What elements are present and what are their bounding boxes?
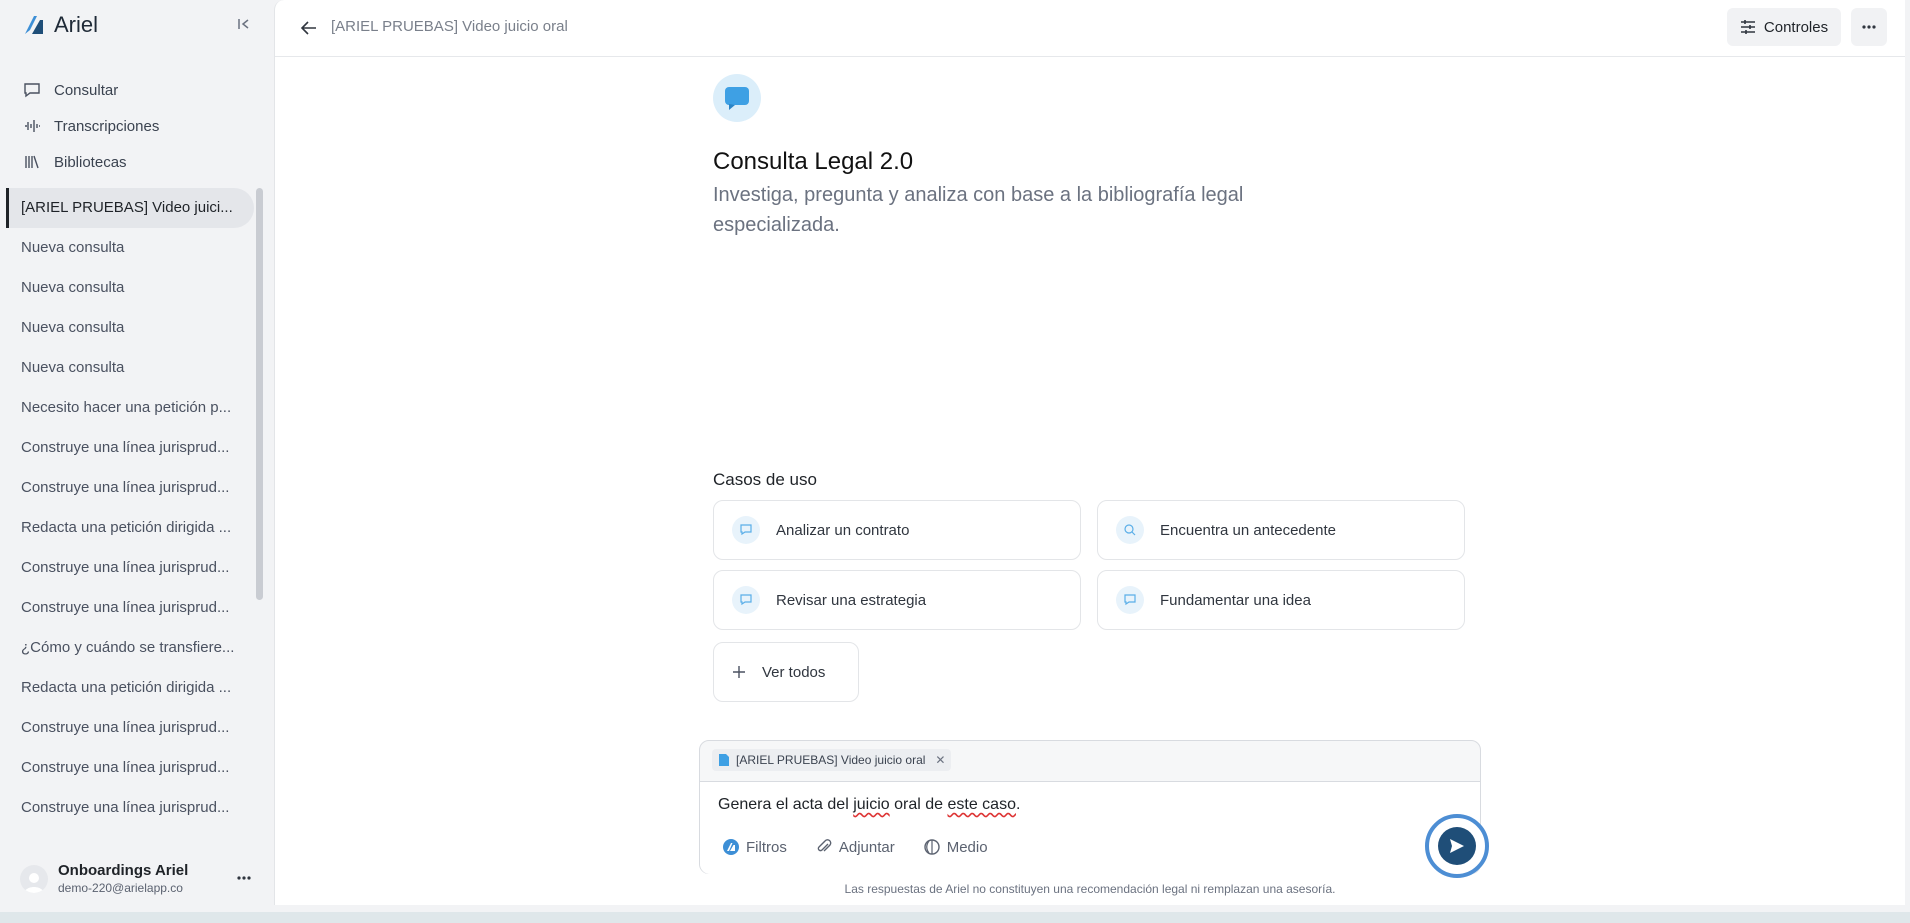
collapse-sidebar-button[interactable] [232,12,256,36]
see-all-button[interactable]: Ver todos [713,642,859,702]
history-item[interactable]: Nueva consulta [6,268,241,308]
filters-button[interactable]: Filtros [722,838,787,856]
page-title: Consulta Legal 2.0 [713,148,914,175]
use-case-fundamentar-idea[interactable]: Fundamentar una idea [1097,570,1465,630]
filter-logo-icon [723,839,739,855]
misspelled-word: juicio [853,796,890,813]
main-nav: Consultar Transcripciones Bibliotecas [22,72,262,180]
back-button[interactable] [297,16,321,40]
use-case-label: Encuentra un antecedente [1160,521,1336,539]
message-composer: [ARIEL PRUEBAS] Video juicio oral ✕ Gene… [699,740,1481,874]
main-panel: [ARIEL PRUEBAS] Video juicio oral Contro… [274,0,1905,905]
collapse-left-icon [238,19,249,29]
chat-bubble-icon [732,586,760,614]
brand[interactable]: Ariel [22,12,98,38]
sliders-icon [1740,20,1755,34]
send-focus-ring [1425,814,1489,878]
user-name: Onboardings Ariel [58,862,189,879]
chat-bubble-icon [1116,586,1144,614]
arrow-left-icon [300,21,316,35]
medium-button[interactable]: Medio [923,838,988,856]
history-item[interactable]: Construye una línea jurisprud... [6,588,241,628]
history-item[interactable]: Redacta una petición dirigida ... [6,668,241,708]
history-item[interactable]: Construye una línea jurisprud... [6,428,241,468]
message-input-text: Genera el acta del juicio oral de este c… [718,796,1020,814]
send-button[interactable] [1438,827,1476,865]
audio-wave-icon [25,120,40,132]
plus-icon [733,666,745,678]
user-profile[interactable]: Onboardings Ariel demo-220@arielapp.co [20,862,188,895]
use-case-revisar-estrategia[interactable]: Revisar una estrategia [713,570,1081,630]
brand-name: Ariel [54,12,99,37]
history-item[interactable]: Construye una línea jurisprud... [6,708,241,748]
user-menu-button[interactable] [232,868,256,888]
globe-icon [924,839,940,855]
remove-attachment-icon[interactable]: ✕ [935,753,945,767]
more-horizontal-icon [237,876,251,880]
history-item[interactable]: Nueva consulta [6,348,241,388]
medium-label: Medio [946,838,988,856]
history-item[interactable]: Nueva consulta [6,308,241,348]
message-input[interactable]: Genera el acta del juicio oral de este c… [700,781,1480,874]
text-segment: . [1015,796,1021,813]
history-item[interactable]: ¿Cómo y cuándo se transfiere... [6,628,241,668]
legal-disclaimer: Las respuestas de Ariel no constituyen u… [844,882,1336,896]
chat-bubble-icon [24,83,40,98]
nav-item-label: Bibliotecas [54,153,127,171]
history-item[interactable]: Necesito hacer una petición p... [6,388,241,428]
top-bar: [ARIEL PRUEBAS] Video juicio oral Contro… [275,0,1905,57]
nav-item-transcripciones[interactable]: Transcripciones [22,108,262,144]
history-item[interactable]: Construye una línea jurisprud... [6,748,241,788]
use-case-label: Revisar una estrategia [776,591,927,609]
history-item[interactable]: Nueva consulta [6,228,241,268]
attach-label: Adjuntar [838,838,895,856]
avatar [20,864,48,893]
search-icon [1116,516,1144,544]
nav-item-consultar[interactable]: Consultar [22,72,262,108]
history-item[interactable]: Construye una línea jurisprud... [6,548,241,588]
history-scrollbar[interactable] [256,188,263,600]
more-horizontal-icon [1862,25,1876,29]
text-segment: Genera el acta del [718,796,854,813]
history-list: [ARIEL PRUEBAS] Video juici... Nueva con… [6,188,256,848]
nav-item-label: Transcripciones [54,117,160,135]
send-icon [1450,839,1464,853]
paperclip-icon [817,839,832,852]
window-bottom-edge [0,912,1910,923]
controls-button[interactable]: Controles [1727,8,1841,46]
composer-tools: Filtros Adjuntar Medio [722,838,988,856]
see-all-label: Ver todos [762,663,826,681]
history-item[interactable]: Redacta una petición dirigida ... [6,508,241,548]
use-cases-title: Casos de uso [713,470,817,489]
chat-bubble-icon [732,516,760,544]
attach-button[interactable]: Adjuntar [815,838,895,856]
use-case-encuentra-antecedente[interactable]: Encuentra un antecedente [1097,500,1465,560]
attachment-chip[interactable]: [ARIEL PRUEBAS] Video juicio oral ✕ [712,749,952,771]
use-case-label: Analizar un contrato [776,521,910,539]
library-icon [25,155,39,169]
history-item[interactable]: Construye una línea jurisprud... [6,468,241,508]
history-item-active[interactable]: [ARIEL PRUEBAS] Video juici... [6,188,254,228]
nav-item-label: Consultar [54,81,119,99]
consulta-icon [713,74,761,122]
user-icon [24,872,44,893]
filters-label: Filtros [746,838,787,856]
sidebar: Ariel Consultar Transcripciones Bibliote… [6,0,274,910]
breadcrumb: [ARIEL PRUEBAS] Video juicio oral [331,18,568,35]
use-case-label: Fundamentar una idea [1160,591,1311,609]
more-options-button[interactable] [1851,8,1887,46]
nav-item-bibliotecas[interactable]: Bibliotecas [22,144,262,180]
use-case-analizar-contrato[interactable]: Analizar un contrato [713,500,1081,560]
ariel-logo-icon [25,16,43,34]
history-item[interactable]: Construye una línea jurisprud... [6,788,241,828]
document-icon [719,754,729,766]
misspelled-word: este caso [947,796,1016,813]
page-subtitle: Investiga, pregunta y analiza con base a… [713,184,1244,236]
chat-bubble-icon [725,87,749,110]
user-email: demo-220@arielapp.co [58,881,183,895]
controls-label: Controles [1763,18,1829,36]
attachment-name: [ARIEL PRUEBAS] Video juicio oral [736,753,926,767]
text-segment: oral de [889,796,948,813]
